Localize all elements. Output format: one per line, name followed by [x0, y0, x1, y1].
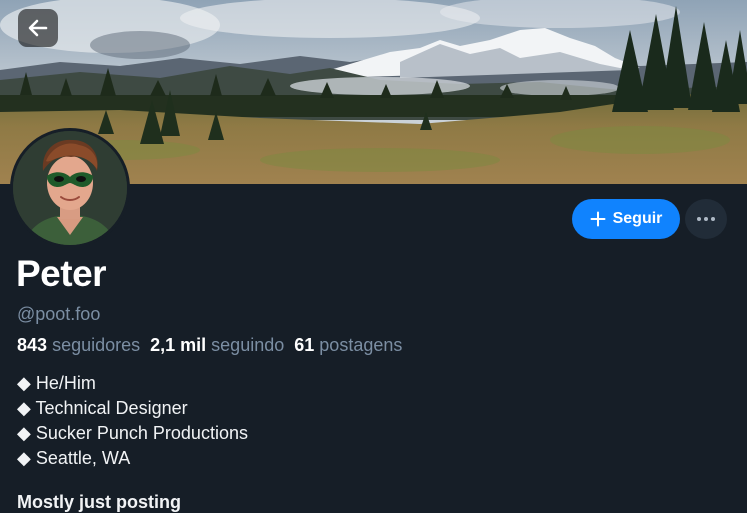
follow-button[interactable]: Seguir: [572, 199, 680, 239]
followers-count: 843: [17, 335, 48, 355]
ellipsis-icon: [697, 217, 715, 221]
followers-label: seguidores: [52, 335, 141, 355]
bio-more-text: Mostly just posting: [17, 492, 181, 512]
avatar[interactable]: [10, 128, 130, 248]
following-label: seguindo: [211, 335, 285, 355]
display-name: Peter: [16, 253, 107, 294]
bio-line: ◆ Technical Designer: [17, 398, 188, 418]
followers-link[interactable]: 843 seguidores: [17, 334, 140, 356]
back-button[interactable]: [18, 9, 58, 47]
bio-line: ◆ Seattle, WA: [17, 448, 131, 468]
follow-button-label: Seguir: [612, 210, 663, 227]
bio-line: ◆ He/Him: [17, 373, 96, 393]
bio-line: ◆ Sucker Punch Productions: [17, 423, 248, 443]
following-count: 2,1 mil: [150, 335, 207, 355]
following-link[interactable]: 2,1 mil seguindo: [150, 334, 284, 356]
posts-count: 61: [294, 335, 315, 355]
more-options-button[interactable]: [685, 199, 727, 239]
posts-label: postagens: [319, 335, 403, 355]
arrow-left-icon: [28, 19, 48, 37]
avatar-portrait-image: [13, 131, 127, 245]
plus-icon: [590, 211, 606, 227]
profile-handle: @poot.foo: [17, 304, 101, 324]
profile-stats: 843 seguidores 2,1 mil seguindo 61 posta…: [17, 334, 402, 356]
profile-bio: ◆ He/Him ◆ Technical Designer ◆ Sucker P…: [17, 371, 248, 471]
posts-count-stat: 61 postagens: [294, 334, 402, 356]
